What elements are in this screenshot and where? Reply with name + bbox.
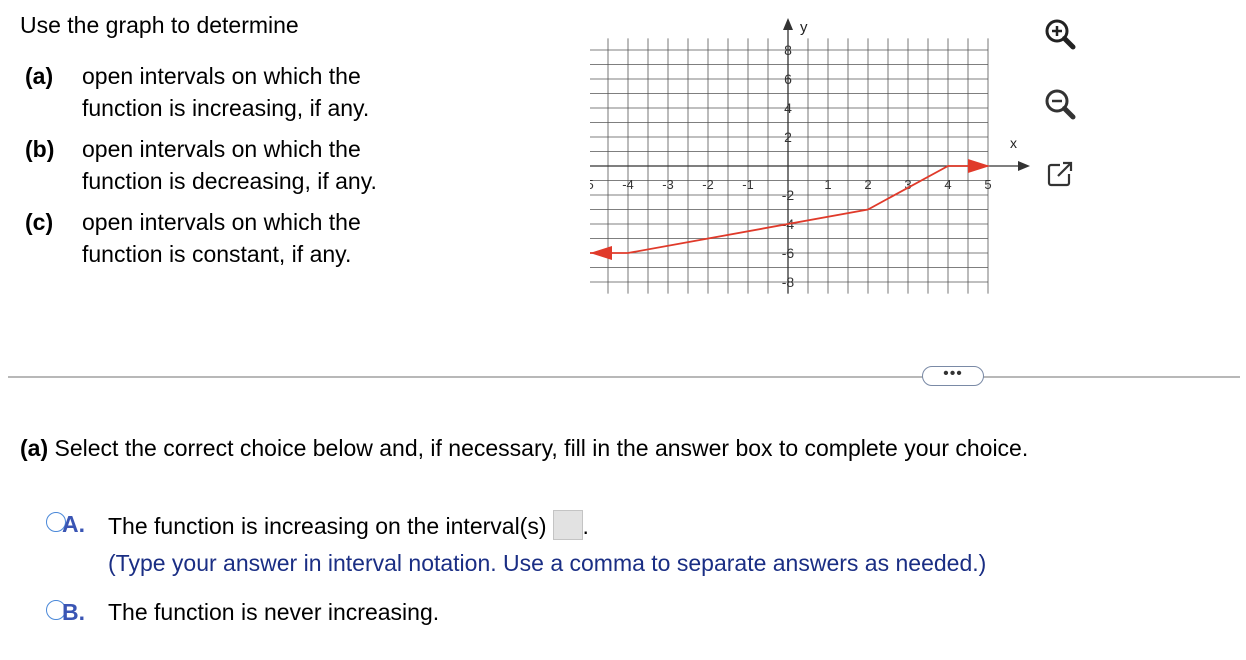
answer-input-box[interactable] [552, 510, 583, 540]
zoom-in-icon[interactable] [1040, 14, 1080, 54]
popout-icon[interactable] [1040, 154, 1080, 194]
part-a: (a) open intervals on which the function… [25, 60, 445, 124]
part-text-line2: function is increasing, if any. [82, 95, 370, 121]
y-tick-label: 8 [784, 42, 792, 58]
x-tick-label: 4 [944, 177, 951, 192]
graph-tools [1040, 14, 1090, 224]
choice-text-container: The function is increasing on the interv… [108, 510, 589, 540]
y-tick-label: -6 [782, 245, 795, 261]
y-tick-label: -2 [782, 187, 795, 203]
question-prompt: (a) Select the correct choice below and,… [20, 434, 1028, 462]
answer-hint: (Type your answer in interval notation. … [108, 550, 987, 576]
part-text-line1: open intervals on which the [82, 136, 361, 162]
part-text-line1: open intervals on which the [82, 209, 361, 235]
part-b: (b) open intervals on which the function… [25, 133, 445, 197]
x-tick-label: -3 [662, 177, 674, 192]
part-c: (c) open intervals on which the function… [25, 206, 445, 270]
function-arrow-left [590, 246, 612, 260]
x-tick-label: -2 [702, 177, 714, 192]
x-tick-label: 1 [824, 177, 831, 192]
instructions-heading: Use the graph to determine [20, 12, 299, 38]
choice-text: The function is increasing on the interv… [108, 513, 547, 539]
x-tick-label: 5 [984, 177, 991, 192]
choice-text: The function is never increasing. [108, 599, 440, 625]
y-tick-label: 4 [784, 100, 792, 116]
x-tick-label: -5 [590, 177, 594, 192]
part-text-line2: function is constant, if any. [82, 241, 352, 267]
function-arrow-right [968, 159, 990, 173]
x-axis-arrow [1018, 161, 1030, 171]
y-tick-label: -8 [782, 274, 795, 290]
choice-label: B. [62, 599, 85, 625]
question-label: (a) [20, 435, 49, 461]
section-divider [8, 376, 1240, 378]
choice-suffix: . [582, 513, 589, 539]
function-graph: xy-5-4-3-2-1123458642-2-4-6-8 [590, 18, 1030, 294]
y-axis-arrow [783, 18, 793, 30]
question-parts: (a) open intervals on which the function… [25, 60, 445, 279]
x-tick-label: 2 [864, 177, 871, 192]
x-axis-label: x [1010, 135, 1017, 151]
more-button[interactable]: ••• [922, 366, 984, 386]
part-text-line2: function is decreasing, if any. [82, 168, 377, 194]
part-label: (c) [25, 209, 54, 235]
zoom-out-icon[interactable] [1040, 84, 1080, 124]
part-label: (b) [25, 136, 55, 162]
x-tick-label: -1 [742, 177, 754, 192]
y-tick-label: 2 [784, 129, 792, 145]
question-text: Select the correct choice below and, if … [48, 435, 1029, 461]
choice-label: A. [62, 511, 85, 537]
part-label: (a) [25, 63, 54, 89]
part-text-line1: open intervals on which the [82, 63, 361, 89]
y-axis-label: y [800, 19, 808, 36]
y-tick-label: 6 [784, 71, 792, 87]
x-tick-label: -4 [622, 177, 634, 192]
